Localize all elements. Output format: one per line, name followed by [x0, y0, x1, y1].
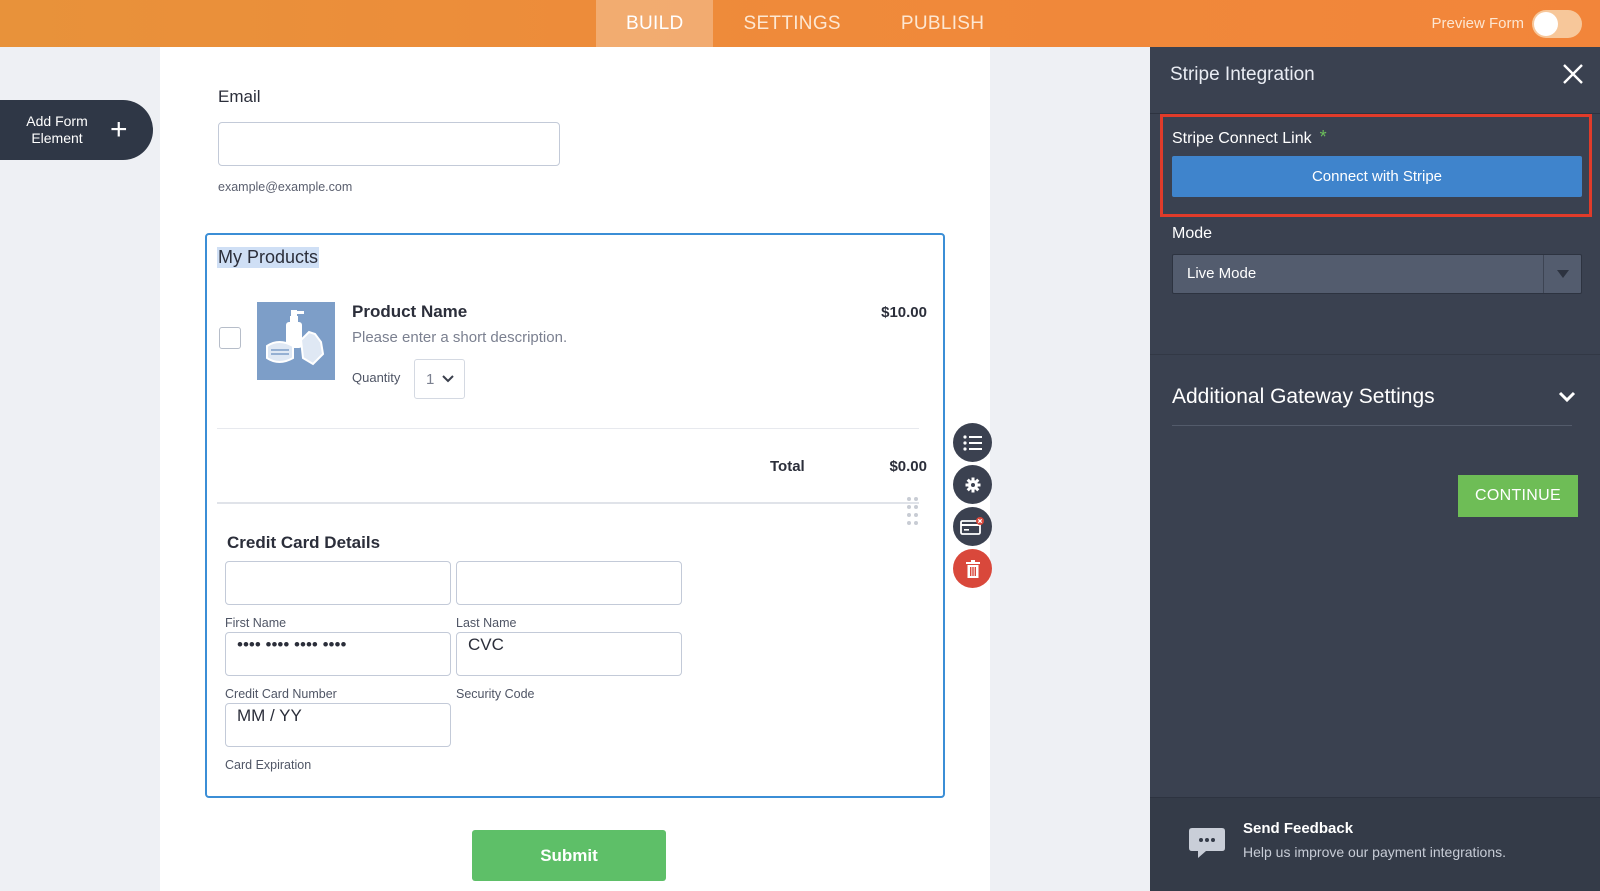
required-asterisk: * — [1319, 127, 1327, 147]
product-price: $10.00 — [881, 304, 927, 321]
total-value: $0.00 — [889, 458, 927, 475]
quantity-value: 1 — [426, 370, 435, 388]
feedback-title: Send Feedback — [1243, 820, 1354, 837]
cvc-label: Security Code — [456, 687, 535, 701]
tab-settings[interactable]: SETTINGS — [713, 0, 870, 47]
last-name-label: Last Name — [456, 616, 517, 630]
feedback-subtitle: Help us improve our payment integrations… — [1243, 844, 1507, 860]
delete-button[interactable] — [953, 549, 992, 588]
divider — [217, 502, 919, 504]
add-form-element-label-line2: Element — [31, 130, 83, 146]
card-number-field[interactable]: •••• •••• •••• •••• — [225, 632, 451, 676]
close-button[interactable] — [1560, 61, 1586, 87]
list-icon — [962, 434, 982, 451]
send-feedback[interactable]: Send Feedback Help us improve our paymen… — [1150, 797, 1600, 891]
mode-label: Mode — [1172, 225, 1213, 242]
mode-value: Live Mode — [1187, 265, 1257, 282]
add-form-element-label-line1: Add Form — [26, 113, 88, 129]
product-description: Please enter a short description. — [352, 329, 568, 346]
form-canvas: Email example@example.com My Products Pr… — [160, 47, 990, 891]
email-field[interactable] — [218, 122, 560, 166]
stripe-integration-panel: Stripe Integration Stripe Connect Link * … — [1150, 47, 1600, 891]
email-hint: example@example.com — [218, 180, 353, 194]
preview-form-toggle[interactable] — [1532, 9, 1582, 38]
additional-gateway-settings[interactable]: Additional Gateway Settings — [1172, 385, 1435, 409]
stripe-connect-label-text: Stripe Connect Link — [1172, 130, 1312, 147]
quantity-label: Quantity — [352, 370, 401, 385]
dropdown-arrow-icon — [1543, 255, 1581, 293]
card-expiry-label: Card Expiration — [225, 758, 312, 772]
connect-with-stripe-button[interactable]: Connect with Stripe — [1172, 156, 1582, 197]
product-checkbox[interactable] — [219, 327, 241, 349]
main-tabs: BUILD SETTINGS PUBLISH — [596, 0, 1014, 47]
close-icon — [1563, 64, 1583, 84]
payment-button[interactable] — [953, 507, 992, 546]
product-name: Product Name — [352, 302, 468, 321]
divider — [1172, 425, 1572, 426]
quantity-select[interactable]: 1 — [414, 359, 465, 399]
plus-icon: + — [110, 113, 128, 146]
card-expiry-field[interactable]: MM / YY — [225, 703, 451, 747]
credit-card-title: Credit Card Details — [227, 533, 381, 552]
mode-select[interactable]: Live Mode — [1172, 254, 1582, 294]
submit-button[interactable]: Submit — [472, 830, 666, 881]
divider — [217, 428, 919, 429]
preview-form: Preview Form — [1431, 0, 1582, 47]
sanitizer-mask-gloves-icon — [266, 310, 325, 366]
preview-form-label: Preview Form — [1431, 15, 1524, 32]
card-remove-icon — [959, 516, 984, 535]
gear-icon — [965, 477, 980, 492]
first-name-field[interactable] — [225, 561, 451, 605]
tab-publish[interactable]: PUBLISH — [871, 0, 1014, 47]
product-image — [257, 302, 335, 380]
add-form-element-button[interactable]: Add Form Element + — [0, 100, 153, 160]
trash-icon — [965, 559, 980, 578]
tab-build[interactable]: BUILD — [596, 0, 714, 47]
continue-button[interactable]: CONTINUE — [1458, 475, 1578, 517]
drag-handle-icon[interactable] — [907, 497, 919, 527]
last-name-field[interactable] — [456, 561, 682, 605]
top-bar: BUILD SETTINGS PUBLISH Preview Form — [0, 0, 1600, 47]
email-label: Email — [218, 87, 261, 106]
total-label: Total — [770, 458, 805, 475]
products-widget[interactable]: My Products Product Name Please enter a … — [205, 233, 945, 798]
panel-title: Stripe Integration — [1170, 64, 1315, 85]
add-form-element-label: Add Form Element — [22, 113, 92, 147]
chat-bubble-icon — [1188, 826, 1226, 865]
settings-button[interactable] — [953, 465, 992, 504]
toggle-knob — [1534, 11, 1558, 36]
first-name-label: First Name — [225, 616, 287, 630]
chevron-down-icon — [442, 375, 455, 383]
card-number-label: Credit Card Number — [225, 687, 337, 701]
divider — [1150, 354, 1600, 355]
cvc-field[interactable]: CVC — [456, 632, 682, 676]
products-title[interactable]: My Products — [217, 247, 320, 268]
list-icon-button[interactable] — [953, 423, 992, 462]
stripe-connect-label: Stripe Connect Link * — [1172, 127, 1327, 148]
chevron-down-icon[interactable] — [1558, 390, 1576, 408]
